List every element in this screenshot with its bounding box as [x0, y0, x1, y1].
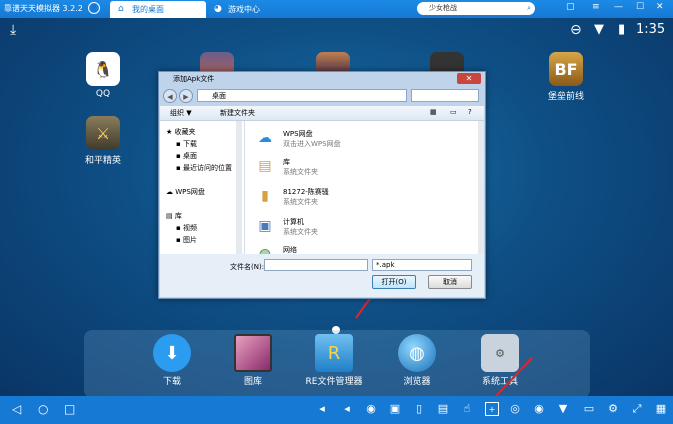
location-icon[interactable]: ◎ [508, 402, 522, 416]
skin-icon[interactable]: ▢ [566, 2, 575, 12]
cancel-button[interactable]: 取消 [428, 275, 472, 289]
settings-icon[interactable]: ⚙ [606, 402, 620, 416]
minimize-icon[interactable]: — [614, 2, 623, 12]
apk-install-icon[interactable]: + [485, 402, 499, 416]
tab-my-desktop[interactable]: ⌂ 我的桌面 [110, 1, 206, 18]
menu-icon[interactable]: ≡ [592, 2, 600, 12]
organize-button[interactable]: 组织 ▼ [170, 108, 192, 118]
home-icon: ⌂ [118, 4, 124, 14]
file-type-select[interactable]: *.apk [372, 259, 472, 271]
nav-videos[interactable]: ▪ 视频 [176, 223, 197, 233]
file-desc: 系统文件夹 [283, 198, 318, 206]
file-name: 网络 [283, 246, 297, 254]
file-name: 81272-陈赛骚 [283, 188, 329, 196]
filename-label: 文件名(N): [230, 263, 265, 271]
view-icon[interactable]: ▦ [430, 108, 437, 116]
share-icon[interactable]: ▭ [582, 402, 596, 416]
back-icon[interactable]: ◀ [163, 89, 177, 103]
search-value: 少女枪战 [429, 4, 457, 12]
dialog-footer: 文件名(N): *.apk 打开(O) 取消 [160, 254, 484, 297]
filename-input[interactable] [264, 259, 368, 271]
search-icon[interactable]: ⌕ [527, 2, 531, 15]
help-icon[interactable]: ? [468, 108, 472, 116]
cancel-button-label: 取消 [443, 278, 457, 286]
screenshot-icon[interactable]: ▣ [388, 402, 402, 416]
address-bar[interactable]: 桌面 [197, 89, 407, 102]
address-value: 桌面 [212, 92, 226, 100]
arrow-to-apk [495, 357, 533, 396]
add-apk-dialog: 添加Apk文件 ✕ ◀ ▶ 桌面 组织 ▼ 新建文件夹 ▦ ▭ ? ★ 收藏夹 … [158, 71, 486, 299]
keyboard-icon[interactable]: ▤ [436, 402, 450, 416]
record-icon[interactable]: ◉ [532, 402, 546, 416]
tab-game-center[interactable]: ◕ 游戏中心 [206, 1, 302, 18]
multi-window-icon[interactable]: ▦ [654, 402, 668, 416]
fullscreen-icon[interactable]: ⤢ [630, 402, 644, 416]
cloud-icon: ☁ [258, 130, 272, 146]
open-button[interactable]: 打开(O) [372, 275, 416, 289]
file-name: WPS网盘 [283, 130, 313, 138]
file-list: ☁ WPS网盘 双击进入WPS网盘 ▤ 库 系统文件夹 ▮ 81272-陈赛骚 … [245, 121, 484, 254]
tab-label: 游戏中心 [228, 5, 260, 14]
gamepad-icon[interactable]: ◉ [364, 402, 378, 416]
file-list-scrollbar[interactable] [478, 121, 484, 254]
command-bar: 组织 ▼ 新建文件夹 ▦ ▭ ? [160, 106, 484, 121]
computer-icon: ▣ [258, 218, 272, 234]
bottom-toolbar: ◁ ○ □ ◂ ◂ ◉ ▣ ▯ ▤ ☝ + ◎ ◉ ▼ ▭ ⚙ ⤢ ▦ [0, 396, 673, 424]
volume-up-icon[interactable]: ◂ [340, 402, 354, 416]
search-input[interactable]: 少女枪战 ⌕ [417, 2, 535, 15]
nav-scrollbar[interactable] [236, 121, 242, 254]
nav-pictures[interactable]: ▪ 图片 [176, 235, 197, 245]
navigation-pane: ★ 收藏夹 ▪ 下载 ▪ 桌面 ▪ 最近访问的位置 ☁ WPS网盘 ▤ 库 ▪ … [160, 121, 245, 254]
nav-wps[interactable]: ☁ WPS网盘 [166, 187, 205, 197]
dialog-search-input[interactable] [411, 89, 479, 102]
back-nav-icon[interactable]: ◁ [12, 402, 21, 416]
nav-favorites[interactable]: ★ 收藏夹 [166, 127, 196, 137]
network-icon: ◍ [258, 246, 272, 254]
preview-pane-icon[interactable]: ▭ [450, 108, 457, 116]
new-folder-button[interactable]: 新建文件夹 [220, 108, 255, 118]
dialog-title: 添加Apk文件 [173, 75, 215, 83]
recent-apps-icon[interactable]: □ [64, 402, 75, 416]
list-item[interactable]: ▣ 计算机 系统文件夹 [251, 215, 451, 241]
close-icon[interactable]: ✕ [457, 73, 481, 84]
download-tool-icon[interactable]: ▼ [556, 402, 570, 416]
forward-icon[interactable]: ▶ [179, 89, 193, 103]
file-desc: 双击进入WPS网盘 [283, 140, 341, 148]
home-nav-icon[interactable]: ○ [38, 402, 48, 416]
list-item[interactable]: ▤ 库 系统文件夹 [251, 155, 451, 181]
volume-down-icon[interactable]: ◂ [315, 402, 329, 416]
trash-icon[interactable]: ▯ [412, 402, 426, 416]
file-type-value: *.apk [376, 261, 395, 269]
maximize-icon[interactable]: ☐ [636, 2, 644, 12]
nav-libraries[interactable]: ▤ 库 [166, 211, 182, 221]
library-icon: ▤ [258, 158, 272, 174]
file-desc: 系统文件夹 [283, 168, 318, 176]
gamepad-icon: ◕ [214, 4, 222, 14]
file-name: 库 [283, 158, 290, 166]
nav-desktop[interactable]: ▪ 桌面 [176, 151, 197, 161]
list-item[interactable]: ▮ 81272-陈赛骚 系统文件夹 [251, 185, 451, 211]
tab-label: 我的桌面 [132, 5, 164, 14]
user-folder-icon: ▮ [261, 188, 269, 204]
nav-recent[interactable]: ▪ 最近访问的位置 [176, 163, 232, 173]
list-item[interactable]: ◍ 网络 [251, 243, 451, 254]
app-title: 靠谱天天模拟器 3.2.2 [4, 4, 83, 13]
nav-downloads[interactable]: ▪ 下载 [176, 139, 197, 149]
window-titlebar: 靠谱天天模拟器 3.2.2 👤 ⌂ 我的桌面 ◕ 游戏中心 少女枪战 ⌕ ▢ ≡… [0, 0, 673, 18]
file-name: 计算机 [283, 218, 304, 226]
close-icon[interactable]: ✕ [656, 2, 664, 12]
open-button-label: 打开(O) [381, 278, 407, 286]
user-icon[interactable]: 👤 [88, 2, 100, 14]
file-desc: 系统文件夹 [283, 228, 318, 236]
touch-icon[interactable]: ☝ [460, 402, 474, 416]
list-item[interactable]: ☁ WPS网盘 双击进入WPS网盘 [251, 127, 451, 153]
